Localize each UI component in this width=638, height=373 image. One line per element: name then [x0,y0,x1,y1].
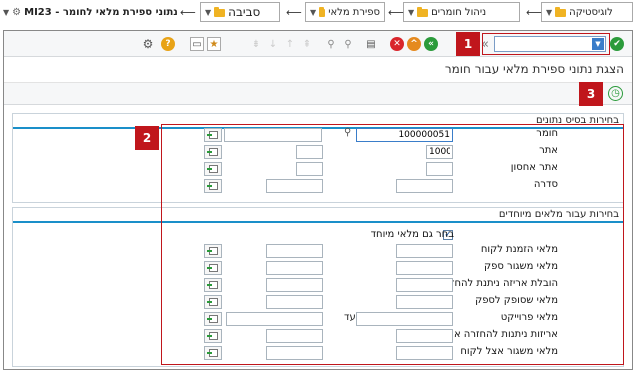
title-bar: הצגת נתוני ספירת מלאי עבור חומר [4,57,632,83]
cancel-icon[interactable]: ✕ [390,37,404,51]
chevron-down-icon: ▼ [205,7,212,17]
breadcrumb-item-logistics[interactable]: ▼ לוגיסטיקה [541,2,633,22]
print-icon[interactable]: ▤ [364,37,378,51]
exit-icon[interactable]: ^ [407,37,421,51]
callout-number: 3 [586,87,596,101]
breadcrumb-label: ספירת מלאי [328,6,380,18]
breadcrumb-item-inventory-count[interactable]: ▼ ספירת מלאי [305,2,385,22]
callout-number: 1 [463,37,473,51]
arrow-left-icon: ⟵ [286,6,302,19]
chevron-down-icon: ▼ [546,7,553,17]
settings-gear-icon[interactable]: ⚙ [141,37,155,51]
arrow-left-icon: ⟵ [526,6,542,19]
arrow-left-icon: ⟵ [388,6,404,19]
callout-3-badge: 3 [579,82,603,106]
breadcrumb-item-environment[interactable]: ▼ סביבה [200,2,280,22]
find-icon[interactable]: ⚲ [341,37,355,51]
prev-page-icon[interactable]: ↑ [283,37,297,51]
next-page-icon[interactable]: ↓ [266,37,280,51]
breadcrumb-current-transaction: ▼ ⚙ MI23 - נתוני ספירת מלאי לחומר [3,2,178,22]
shortcut-icon[interactable]: ▭ [190,37,204,51]
callout-number: 2 [142,131,152,145]
first-page-icon[interactable]: ⇞ [300,37,314,51]
last-page-icon[interactable]: ⇟ [249,37,263,51]
chevron-down-icon: ▼ [310,7,317,17]
enter-check-icon[interactable]: ✔ [610,37,624,51]
chevron-down-icon: ▼ [408,7,415,17]
breadcrumb-label: לוגיסטיקה [569,6,613,18]
chevron-down-icon: ▼ [3,7,10,17]
folder-icon [417,6,429,17]
callout-2-highlight [161,124,624,365]
folder-icon [319,6,326,17]
page-title: הצגת נתוני ספירת מלאי עבור חומר [444,62,624,76]
callout-1-highlight [482,33,610,55]
find-next-icon[interactable]: ⚲ [324,37,338,51]
breadcrumb-label: סביבה [228,5,261,19]
help-icon[interactable]: ? [161,37,175,51]
execute-clock-icon[interactable]: ◷ [608,86,623,101]
arrow-left-icon: ⟵ [180,6,196,19]
sap-screen: ✔ ▼ « « ^ ✕ ▤ ⚲ ⚲ ⇞ ↑ ↓ ⇟ ★ ▭ ? ⚙ 1 הצגת… [3,30,633,370]
callout-2-badge: 2 [135,126,159,150]
breadcrumb-item-materials-mgmt[interactable]: ▼ ניהול חומרים [403,2,520,22]
breadcrumb-label: ניהול חומרים [431,6,487,18]
folder-icon [555,6,567,17]
callout-1-badge: 1 [456,32,480,56]
back-icon[interactable]: « [424,37,438,51]
new-session-icon[interactable]: ★ [207,37,221,51]
transaction-label: MI23 - נתוני ספירת מלאי לחומר [24,6,178,18]
gear-icon: ⚙ [12,6,22,18]
folder-icon [214,6,226,17]
application-toolbar: ◷ [4,83,632,105]
